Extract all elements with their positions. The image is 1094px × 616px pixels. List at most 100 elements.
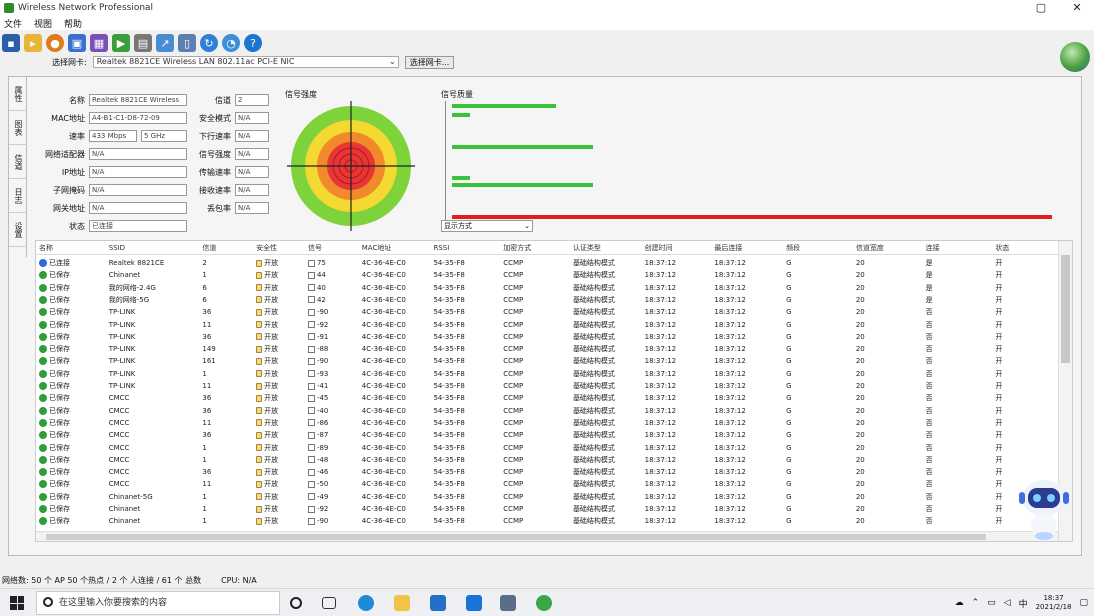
cell-text: 54-35-F8: [433, 443, 465, 452]
task-view-icon[interactable]: [322, 597, 336, 609]
table-row[interactable]: 已保存 TP-LINK 149 开放 -88 4C-36-4E-C0 54-35-F8 CCM…: [36, 343, 1058, 355]
side-tab-charts[interactable]: 图表: [9, 111, 27, 145]
status-dot-icon: [39, 455, 47, 464]
column-header[interactable]: MAC地址: [359, 241, 431, 255]
table-cell: 开: [992, 380, 1058, 392]
table-row[interactable]: 已保存 CMCC 1 开放 -89 4C-36-4E-C0 54-35-F8 CCMP 基础结构…: [36, 442, 1058, 454]
select-adapter-button[interactable]: 选择网卡...: [404, 55, 455, 69]
table-row[interactable]: 已保存 CMCC 11 开放 -50 4C-36-4E-C0 54-35-F8 CCMP 基础结…: [36, 478, 1058, 490]
restore-button[interactable]: ▢: [1026, 0, 1056, 16]
column-header[interactable]: 名称: [36, 241, 106, 255]
document-icon[interactable]: ▯: [178, 34, 196, 52]
assistant-robot-icon[interactable]: [1016, 474, 1072, 546]
column-header[interactable]: 连接: [923, 241, 993, 255]
side-tab-settings[interactable]: 设置: [9, 213, 27, 247]
network-icon[interactable]: ▣: [68, 34, 86, 52]
column-header[interactable]: 加密方式: [500, 241, 570, 255]
disc-icon[interactable]: ●: [46, 34, 64, 52]
windows-start-icon[interactable]: [10, 596, 24, 610]
horizontal-scrollbar[interactable]: [36, 531, 1058, 541]
table-row[interactable]: 已保存 TP-LINK 36 开放 -90 4C-36-4E-C0 54-35-F8 CCMP…: [36, 306, 1058, 318]
refresh-icon[interactable]: ↻: [200, 34, 218, 52]
side-tab-properties[interactable]: 属性: [9, 77, 27, 111]
column-header[interactable]: 最后连接: [711, 241, 783, 255]
export-icon[interactable]: ↗: [156, 34, 174, 52]
notification-icon[interactable]: ▢: [1079, 598, 1088, 608]
taskbar-clock[interactable]: 18:37 2021/2/18: [1036, 594, 1072, 612]
table-cell: Chinanet-5G: [106, 491, 200, 503]
speed-icon[interactable]: ◔: [222, 34, 240, 52]
bars-display-dropdown[interactable]: 显示方式 ⌄: [441, 220, 533, 232]
cell-text: 开: [995, 332, 1003, 341]
weather-icon[interactable]: ☁: [955, 598, 964, 608]
menu-help[interactable]: 帮助: [64, 17, 82, 30]
network-tool-icon[interactable]: [500, 595, 516, 611]
table-row[interactable]: 已保存 CMCC 11 开放 -86 4C-36-4E-C0 54-35-F8 CCMP 基础结…: [36, 417, 1058, 429]
column-header[interactable]: 认证类型: [570, 241, 642, 255]
table-row[interactable]: 已保存 TP-LINK 1 开放 -93 4C-36-4E-C0 54-35-F8 CCMP 基…: [36, 368, 1058, 380]
column-header[interactable]: 状态: [992, 241, 1058, 255]
save-icon[interactable]: ▪: [2, 34, 20, 52]
table-row[interactable]: 已保存 TP-LINK 161 开放 -90 4C-36-4E-C0 54-35-F8 CCM…: [36, 355, 1058, 367]
side-tab-log[interactable]: 日志: [9, 179, 27, 213]
column-header[interactable]: RSSI: [430, 241, 500, 255]
edge-browser-icon[interactable]: [358, 595, 374, 611]
cell-text: 54-35-F8: [433, 480, 465, 489]
help-icon[interactable]: ?: [244, 34, 262, 52]
cell-text: 已保存: [49, 308, 70, 317]
battery-icon[interactable]: ▭: [987, 598, 996, 608]
menu-view[interactable]: 视图: [34, 17, 52, 30]
table-cell: CCMP: [500, 503, 570, 515]
column-header[interactable]: 频段: [783, 241, 853, 255]
adapter-icon[interactable]: ▦: [90, 34, 108, 52]
table-row[interactable]: 已保存 TP-LINK 11 开放 -92 4C-36-4E-C0 54-35-F8 CCMP…: [36, 319, 1058, 331]
column-header[interactable]: 安全性: [253, 241, 305, 255]
mail-icon[interactable]: [430, 595, 446, 611]
cell-text: 已保存: [49, 492, 70, 501]
table-row[interactable]: 已保存 CMCC 36 开放 -40 4C-36-4E-C0 54-35-F8 CCMP 基础结…: [36, 405, 1058, 417]
horizontal-scroll-thumb[interactable]: [46, 534, 986, 540]
table-cell: 4C-36-4E-C0: [359, 478, 431, 490]
table-row[interactable]: 已保存 Chinanet-5G 1 开放 -49 4C-36-4E-C0 54-35-F8 C…: [36, 491, 1058, 503]
side-tab-channels[interactable]: 信道: [9, 145, 27, 179]
menu-file[interactable]: 文件: [4, 17, 22, 30]
cortana-icon[interactable]: [290, 597, 302, 609]
cell-text: 18:37:12: [714, 345, 746, 354]
print-icon[interactable]: ▤: [134, 34, 152, 52]
close-button[interactable]: ✕: [1062, 0, 1092, 16]
taskbar-search-input[interactable]: 在这里输入你要搜索的内容: [36, 591, 280, 615]
column-header[interactable]: 信道: [199, 241, 253, 255]
cell-text: 开: [995, 345, 1003, 354]
table-row[interactable]: 已连接 Realtek 8821CE 2 开放 75 4C-36-4E-C0 54-35-F…: [36, 257, 1058, 269]
vertical-scroll-thumb[interactable]: [1061, 255, 1070, 363]
adapter-select[interactable]: Realtek 8821CE Wireless LAN 802.11ac PCI…: [92, 56, 399, 68]
cell-text: 否: [925, 332, 933, 341]
table-row[interactable]: 已保存 CMCC 36 开放 -46 4C-36-4E-C0 54-35-F8 CCMP 基础结…: [36, 466, 1058, 478]
table-row[interactable]: 已保存 Chinanet 1 开放 44 4C-36-4E-C0 54-35-F8 CCMP 基…: [36, 269, 1058, 281]
wireless-app-icon[interactable]: [536, 595, 552, 611]
column-header[interactable]: 信号: [305, 241, 359, 255]
table-cell: 开放: [253, 257, 305, 269]
table-row[interactable]: 已保存 Chinanet 1 开放 -92 4C-36-4E-C0 54-35-F8 CCMP…: [36, 503, 1058, 515]
open-folder-icon[interactable]: ▸: [24, 34, 42, 52]
table-row[interactable]: 已保存 CMCC 36 开放 -45 4C-36-4E-C0 54-35-F8 CCMP 基础结…: [36, 392, 1058, 404]
column-header[interactable]: SSID: [106, 241, 200, 255]
table-row[interactable]: 已保存 CMCC 36 开放 -87 4C-36-4E-C0 54-35-F8 CCMP 基础结…: [36, 429, 1058, 441]
volume-icon[interactable]: ◁: [1004, 598, 1011, 608]
column-header[interactable]: 创建时间: [642, 241, 712, 255]
table-row[interactable]: 已保存 TP-LINK 36 开放 -91 4C-36-4E-C0 54-35-F8 CCMP…: [36, 331, 1058, 343]
table-row[interactable]: 已保存 CMCC 1 开放 -48 4C-36-4E-C0 54-35-F8 CCMP 基础结构…: [36, 454, 1058, 466]
table-row[interactable]: 已保存 Chinanet 1 开放 -90 4C-36-4E-C0 54-35-F8 CCMP…: [36, 515, 1058, 527]
table-cell: 已保存: [36, 454, 106, 466]
table-row[interactable]: 已保存 我的网络-5G 6 开放 42 4C-36-4E-C0 54-35-F8 CCMP 基础…: [36, 294, 1058, 306]
column-header[interactable]: 信道宽度: [853, 241, 923, 255]
store-icon[interactable]: [466, 595, 482, 611]
play-icon[interactable]: ▶: [112, 34, 130, 52]
table-cell: 18:37:12: [642, 515, 712, 527]
table-row[interactable]: 已保存 我的网络-2.4G 6 开放 40 4C-36-4E-C0 54-35-F8 CCMP…: [36, 282, 1058, 294]
ime-indicator[interactable]: 中: [1019, 597, 1028, 610]
table-row[interactable]: 已保存 TP-LINK 11 开放 -41 4C-36-4E-C0 54-35-F8 CCMP…: [36, 380, 1058, 392]
file-explorer-icon[interactable]: [394, 595, 410, 611]
tray-chevron-icon[interactable]: ⌃: [972, 598, 980, 608]
cell-text: 否: [925, 394, 933, 403]
